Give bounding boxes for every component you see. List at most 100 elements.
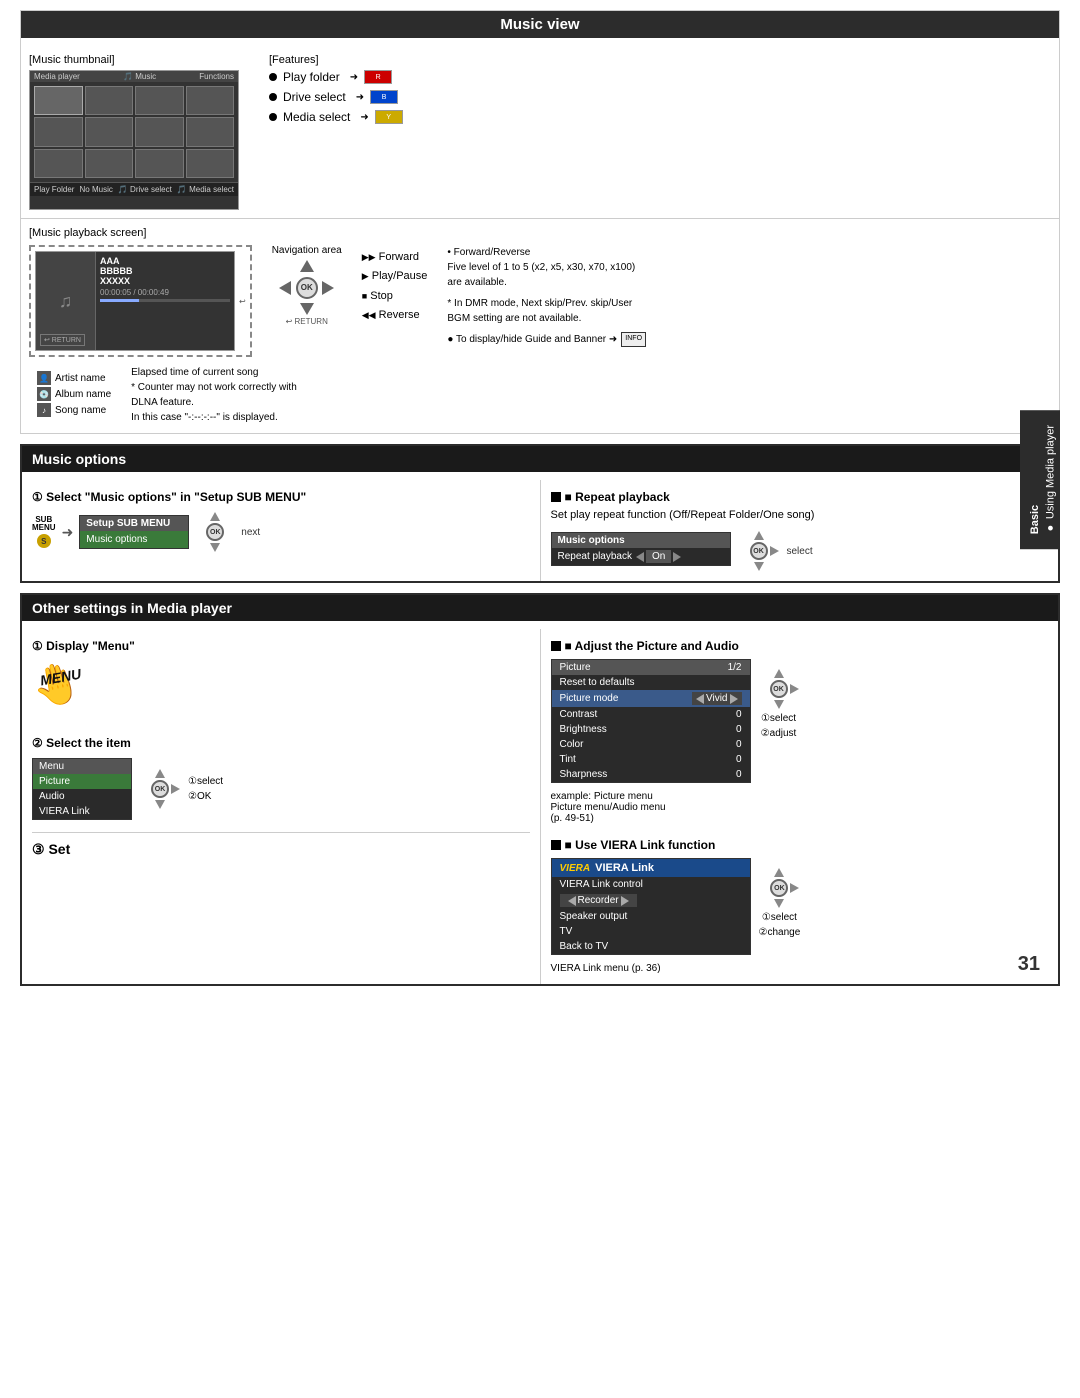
viera-back-tv-row[interactable]: Back to TV [552, 939, 750, 954]
pic-ok-btn[interactable]: OK [770, 680, 788, 698]
repeat-menu-row: Repeat playback On [552, 548, 730, 565]
menu-item-audio[interactable]: Audio [33, 789, 131, 804]
viera-ok-btn[interactable]: OK [770, 879, 788, 897]
picture-row-brightness[interactable]: Brightness 0 [552, 722, 750, 737]
reverse-label: ◀◀ Reverse [362, 308, 428, 323]
viera-speaker-row[interactable]: Speaker output [552, 909, 750, 924]
sub-menu-button[interactable]: S [37, 534, 51, 548]
options-right: ■ Repeat playback Set play repeat functi… [541, 480, 1059, 581]
features-area: [Features] Play folder ➜ R Drive select … [269, 54, 469, 210]
menu-item-viera-link[interactable]: VIERA Link [33, 804, 131, 819]
thumbnail-box: Media player🎵 MusicFunctions [29, 70, 239, 210]
song-row: ♪ Song name [37, 403, 111, 417]
sidebar-using-label: ● Using Media player [1043, 425, 1058, 534]
playback-screen-box: ♫ AAA BBBBB XXXXX 00:00:05 / 00:00:49 [35, 251, 235, 351]
playback-screen-area: [Music playback screen] ♫ AAA BBBBB XXXX… [21, 218, 1059, 433]
thumbnail-label: [Music thumbnail] [29, 54, 249, 66]
repeat-value: On [646, 550, 671, 563]
opt-dpad-up [210, 512, 220, 521]
arrow-right-icon: ➜ [62, 524, 74, 541]
sel-dpad-up [155, 769, 165, 778]
other-settings-body: ① Display "Menu" 🤚 MENU ② Select the ite… [22, 629, 1058, 984]
other-settings-section: Other settings in Media player ① Display… [20, 593, 1060, 986]
thumbnail-grid [30, 82, 238, 182]
music-view-header: Music view [21, 11, 1059, 38]
tri-right-icon [673, 552, 681, 562]
thumb-top-bar: Media player🎵 MusicFunctions [30, 71, 238, 82]
repeat-diagram: Music options Repeat playback On [551, 531, 1049, 571]
picture-row-reset[interactable]: Reset to defaults [552, 675, 750, 690]
stop-label: ■ Stop [362, 289, 428, 304]
repeat-value-group: On [636, 550, 681, 563]
opt-ok-btn[interactable]: OK [206, 523, 224, 541]
song-icon: ♪ [37, 403, 51, 417]
ctrl-notes: • Forward/Reverse Five level of 1 to 5 (… [447, 245, 1051, 357]
progress-bar-fill [100, 299, 139, 302]
feature-media-select: Media select ➜ Y [269, 110, 469, 124]
options-dpad: OK [195, 512, 235, 552]
forward-controls: ▶▶ Forward ▶ Play/Pause ■ Stop ◀◀ Revers… [362, 250, 428, 357]
pic-dpad-up [774, 669, 784, 678]
sidebar-basic-label: Basic [1028, 435, 1043, 534]
next-label: next [241, 527, 260, 538]
picture-row-color[interactable]: Color 0 [552, 737, 750, 752]
mode-tri-right [730, 694, 738, 704]
ok-2-label: ②OK [188, 791, 223, 802]
viera-recorder-row[interactable]: Recorder [552, 892, 750, 909]
repeat-title: ■ Repeat playback [551, 490, 1049, 504]
music-options-section: Music options ① Select "Music options" i… [20, 444, 1060, 583]
viera-link-control-row[interactable]: VIERA Link control [552, 877, 750, 892]
ok-button[interactable]: OK [296, 277, 318, 299]
sub-label: SUB MENU [32, 516, 56, 532]
playback-content: ♫ AAA BBBBB XXXXX 00:00:05 / 00:00:49 [29, 245, 1051, 357]
song-c: XXXXX [100, 276, 230, 286]
menu-item-picture[interactable]: Picture [33, 774, 131, 789]
sub-menu-diagram: SUB MENU S ➜ Setup SUB MENU Music option… [32, 512, 530, 552]
step3-set: ③ Set [32, 832, 530, 858]
note3: are available. [447, 275, 1051, 290]
feature-play-folder-label: Play folder [283, 70, 340, 84]
repeat-menu-box: Music options Repeat playback On [551, 532, 731, 566]
pic-adjust-label: ②adjust [761, 728, 797, 739]
settings-right: ■ Adjust the Picture and Audio Picture 1… [541, 629, 1059, 984]
picture-row-tint[interactable]: Tint 0 [552, 752, 750, 767]
sel-ok-btn[interactable]: OK [151, 780, 169, 798]
sel-dpad-right [171, 784, 180, 794]
picture-row-sharpness[interactable]: Sharpness 0 [552, 767, 750, 782]
dpad-right-arrow [322, 281, 334, 295]
viera-link-header: VIERA VIERA Link [552, 859, 750, 877]
example-label: example: Picture menu [551, 791, 1049, 802]
rep-ok-btn[interactable]: OK [750, 542, 768, 560]
dpad-container: OK [279, 260, 334, 315]
adj-black-sq [551, 641, 561, 651]
dpad-left-arrow [279, 281, 291, 295]
thumb-bottom: Play FolderNo Music🎵 Drive select🎵 Media… [30, 182, 238, 196]
artist-row: 👤 Artist name [37, 371, 111, 385]
picture-mode-val: Vivid [692, 692, 742, 705]
viera-tv-row[interactable]: TV [552, 924, 750, 939]
music-note-icon: ♫ [59, 291, 73, 312]
music-options-header: Music options [22, 446, 1058, 472]
picture-row-mode[interactable]: Picture mode Vivid [552, 690, 750, 707]
feature-play-folder: Play folder ➜ R [269, 70, 469, 84]
btn-red: R [364, 70, 392, 84]
picture-row-contrast[interactable]: Contrast 0 [552, 707, 750, 722]
menu-select-header: Menu [33, 759, 131, 774]
select-1-label: ①select [188, 776, 223, 787]
options-left: ① Select "Music options" in "Setup SUB M… [22, 480, 541, 581]
guide-banner-row: ● To display/hide Guide and Banner ➜ INF… [447, 332, 1051, 347]
music-options-menu-item[interactable]: Music options [80, 531, 188, 548]
progress-bar-bg [100, 299, 230, 302]
pic-select-label: ①select [761, 713, 796, 724]
time-display: 00:00:05 / 00:00:49 [100, 288, 230, 297]
sub-menu-remote: SUB MENU S [32, 516, 56, 548]
album-row: 💿 Album name [37, 387, 111, 401]
feature-drive-select-label: Drive select [283, 90, 346, 104]
step1-title: ① Select "Music options" in "Setup SUB M… [32, 490, 530, 504]
picture-menu-diagram: Picture 1/2 Reset to defaults Picture mo… [551, 659, 1049, 787]
note1: • Forward/Reverse [447, 245, 1051, 260]
playback-right: AAA BBBBB XXXXX 00:00:05 / 00:00:49 [96, 252, 234, 350]
menu-hand-illustration: 🤚 MENU [32, 661, 92, 726]
repeat-dpad: OK [739, 531, 779, 571]
playback-dashed-box: ♫ AAA BBBBB XXXXX 00:00:05 / 00:00:49 [29, 245, 252, 357]
